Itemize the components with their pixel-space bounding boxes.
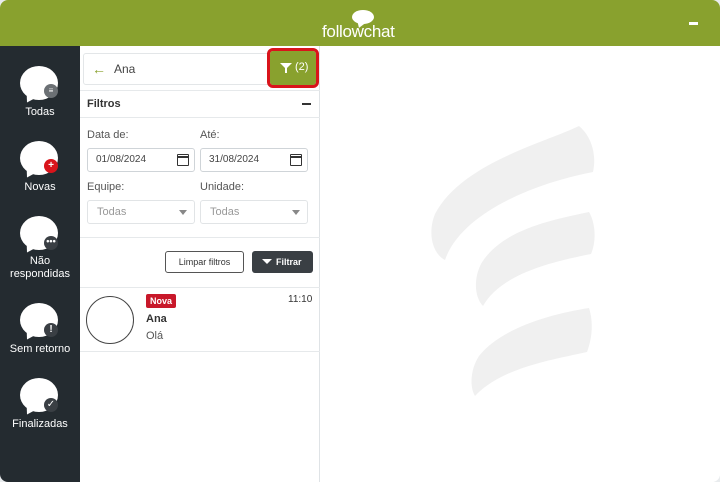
conversation-item[interactable]: Nova 11:10 Ana Olá bbox=[80, 288, 320, 352]
team-select-value: Todas bbox=[97, 206, 127, 218]
filter-toggle-button[interactable]: (2) bbox=[267, 48, 319, 88]
main-content-area bbox=[321, 46, 720, 482]
sidebar-item-novas[interactable]: + Novas bbox=[0, 141, 80, 197]
filters-title: Filtros bbox=[87, 98, 121, 110]
date-from-field[interactable]: 01/08/2024 bbox=[87, 148, 195, 172]
sidebar-item-sem-retorno[interactable]: ! Sem retorno bbox=[0, 303, 80, 359]
top-bar: followchat bbox=[0, 0, 720, 46]
ellipsis-icon: ••• bbox=[44, 236, 58, 250]
active-filter-count: (2) bbox=[295, 61, 309, 73]
brand-logo: followchat bbox=[322, 10, 402, 41]
avatar bbox=[86, 296, 134, 344]
search-input[interactable] bbox=[114, 60, 264, 78]
sidebar-item-finalizadas[interactable]: ✓ Finalizadas bbox=[0, 378, 80, 434]
date-from-value: 01/08/2024 bbox=[96, 154, 147, 165]
sidebar-item-label-line1: Não bbox=[29, 255, 51, 267]
chevron-down-icon bbox=[292, 210, 300, 215]
new-badge: Nova bbox=[146, 294, 177, 308]
apply-filter-button[interactable]: Filtrar bbox=[252, 251, 313, 273]
date-to-label: Até: bbox=[200, 129, 220, 141]
list-icon: ≡ bbox=[44, 84, 58, 98]
calendar-icon[interactable] bbox=[290, 154, 302, 166]
filter-icon bbox=[262, 259, 272, 264]
conversation-panel: ← (2) Filtros Data de: Até: 01/08/2024 3… bbox=[80, 46, 320, 482]
sidebar: ≡ Todas + Novas ••• Não respondidas ! Se… bbox=[0, 46, 80, 482]
sidebar-item-label: Sem retorno bbox=[9, 343, 71, 355]
arrow-left-icon[interactable]: ← bbox=[92, 62, 106, 76]
unit-label: Unidade: bbox=[200, 181, 245, 193]
date-to-field[interactable]: 31/08/2024 bbox=[200, 148, 308, 172]
sidebar-item-nao-respondidas[interactable]: ••• Não respondidas bbox=[0, 216, 80, 282]
minus-icon[interactable] bbox=[302, 103, 311, 105]
calendar-icon[interactable] bbox=[177, 154, 189, 166]
exclamation-icon: ! bbox=[44, 323, 58, 337]
brand-name: followchat bbox=[322, 22, 395, 41]
chevron-down-icon bbox=[179, 210, 187, 215]
clear-filters-button[interactable]: Limpar filtros bbox=[165, 251, 244, 273]
contact-name: Ana bbox=[146, 313, 167, 325]
message-preview: Olá bbox=[146, 330, 164, 342]
filters-header: Filtros bbox=[80, 90, 320, 118]
divider bbox=[80, 237, 320, 238]
sidebar-item-label: Novas bbox=[24, 181, 56, 193]
date-from-label: Data de: bbox=[87, 129, 129, 141]
team-select[interactable]: Todas bbox=[87, 200, 195, 224]
sidebar-item-label: Todas bbox=[25, 106, 55, 118]
minimize-icon[interactable] bbox=[686, 14, 702, 30]
followchat-watermark-logo bbox=[431, 126, 595, 396]
unit-select[interactable]: Todas bbox=[200, 200, 308, 224]
app-window: followchat ≡ Todas + Novas ••• Não respo… bbox=[0, 0, 720, 482]
sidebar-item-todas[interactable]: ≡ Todas bbox=[0, 66, 80, 122]
conversation-time: 11:10 bbox=[288, 294, 313, 305]
filter-icon bbox=[280, 63, 292, 73]
plus-icon: + bbox=[44, 159, 58, 173]
unit-select-value: Todas bbox=[210, 206, 240, 218]
apply-filter-label: Filtrar bbox=[276, 257, 302, 267]
check-icon: ✓ bbox=[44, 398, 58, 412]
sidebar-item-label-line2: respondidas bbox=[10, 268, 70, 280]
team-label: Equipe: bbox=[87, 181, 125, 193]
date-to-value: 31/08/2024 bbox=[209, 154, 260, 165]
sidebar-item-label: Finalizadas bbox=[12, 418, 68, 430]
